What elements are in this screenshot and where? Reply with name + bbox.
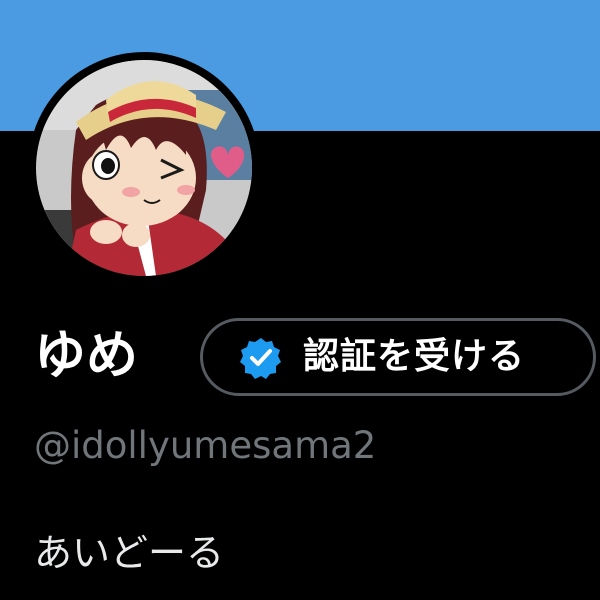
display-name: ゆめ [34, 326, 139, 386]
username-handle: @idollyumesama2 [34, 424, 377, 467]
avatar[interactable] [36, 60, 252, 276]
avatar-image [36, 60, 252, 276]
get-verified-button[interactable]: 認証を受ける [200, 318, 596, 396]
verified-badge-icon [239, 336, 283, 380]
get-verified-label: 認証を受ける [303, 336, 526, 377]
profile-page: ゆめ 認証を受ける @idollyumesama2 あいどーる [0, 0, 600, 600]
profile-bio: あいどーる [34, 531, 225, 575]
